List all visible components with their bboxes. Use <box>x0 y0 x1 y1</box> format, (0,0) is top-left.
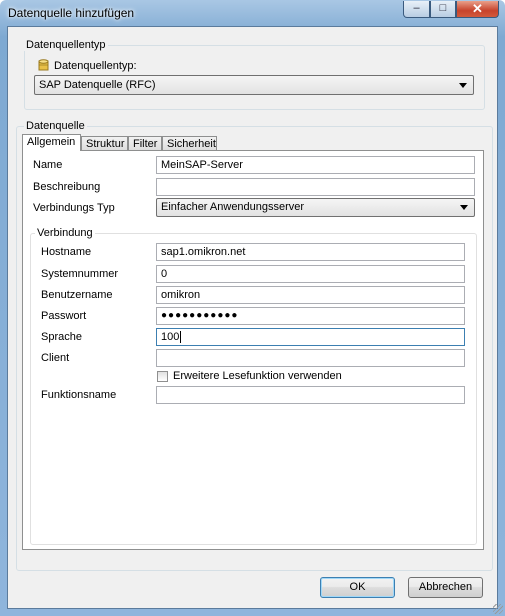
maximize-button[interactable]: □ <box>430 1 456 18</box>
sysnum-field[interactable]: 0 <box>156 265 465 283</box>
language-label: Sprache <box>41 331 82 343</box>
tab-sicherheit[interactable]: Sicherheit <box>162 136 217 151</box>
resize-grip[interactable] <box>493 604 503 614</box>
conn-type-label: Verbindungs Typ <box>33 202 115 214</box>
user-value: omikron <box>161 289 201 301</box>
datasource-type-select[interactable]: SAP Datenquelle (RFC) <box>34 75 474 95</box>
tab-struktur[interactable]: Struktur <box>81 136 128 151</box>
description-field[interactable] <box>156 178 475 196</box>
chevron-down-icon <box>460 205 468 210</box>
tab-panel-allgemein: Name MeinSAP-Server Beschreibung Verbind… <box>22 150 484 550</box>
tab-allgemein[interactable]: Allgemein <box>22 134 81 151</box>
hostname-field[interactable]: sap1.omikron.net <box>156 243 465 261</box>
conn-type-value: Einfacher Anwendungsserver <box>161 201 305 213</box>
database-icon <box>38 59 49 71</box>
user-field[interactable]: omikron <box>156 286 465 304</box>
ext-read-label[interactable]: Erweitere Lesefunktion verwenden <box>173 370 342 382</box>
window-title: Datenquelle hinzufügen <box>8 6 135 20</box>
hostname-label: Hostname <box>41 246 92 258</box>
description-label: Beschreibung <box>33 181 101 193</box>
hostname-value: sap1.omikron.net <box>161 246 246 258</box>
language-value: 100 <box>161 331 180 343</box>
password-field[interactable]: ●●●●●●●●●●● <box>156 307 465 325</box>
language-field[interactable]: 100 <box>156 328 465 346</box>
close-button[interactable]: ✕ <box>456 1 499 18</box>
tab-filter[interactable]: Filter <box>128 136 162 151</box>
datasource-group-label: Datenquelle <box>24 120 87 132</box>
name-value: MeinSAP-Server <box>161 159 243 171</box>
ok-button[interactable]: OK <box>320 577 395 598</box>
client-label: Client <box>41 352 70 364</box>
conn-type-select[interactable]: Einfacher Anwendungsserver <box>156 198 475 217</box>
password-label: Passwort <box>41 310 87 322</box>
chevron-down-icon <box>459 83 467 88</box>
user-label: Benutzername <box>41 289 113 301</box>
text-caret <box>180 331 182 344</box>
datasource-type-group-label: Datenquellentyp <box>24 39 108 51</box>
function-field[interactable] <box>156 386 465 404</box>
sysnum-label: Systemnummer <box>41 268 119 280</box>
datasource-type-value: SAP Datenquelle (RFC) <box>39 79 156 91</box>
function-label: Funktionsname <box>41 389 117 401</box>
sysnum-value: 0 <box>161 268 168 280</box>
minimize-button[interactable]: – <box>403 1 430 18</box>
datasource-type-label: Datenquellentyp: <box>54 60 137 72</box>
language-value-wrap: 100 <box>161 331 182 344</box>
name-label: Name <box>33 159 63 171</box>
client-field[interactable] <box>156 349 465 367</box>
ext-read-checkbox[interactable] <box>157 371 168 382</box>
title-bar[interactable]: Datenquelle hinzufügen – □ ✕ <box>0 0 505 26</box>
cancel-button[interactable]: Abbrechen <box>408 577 483 598</box>
password-value: ●●●●●●●●●●● <box>161 310 239 321</box>
name-field[interactable]: MeinSAP-Server <box>156 156 475 174</box>
connection-group-label: Verbindung <box>35 227 95 239</box>
dialog-window: Datenquelle hinzufügen – □ ✕ Datenquelle… <box>0 0 505 616</box>
